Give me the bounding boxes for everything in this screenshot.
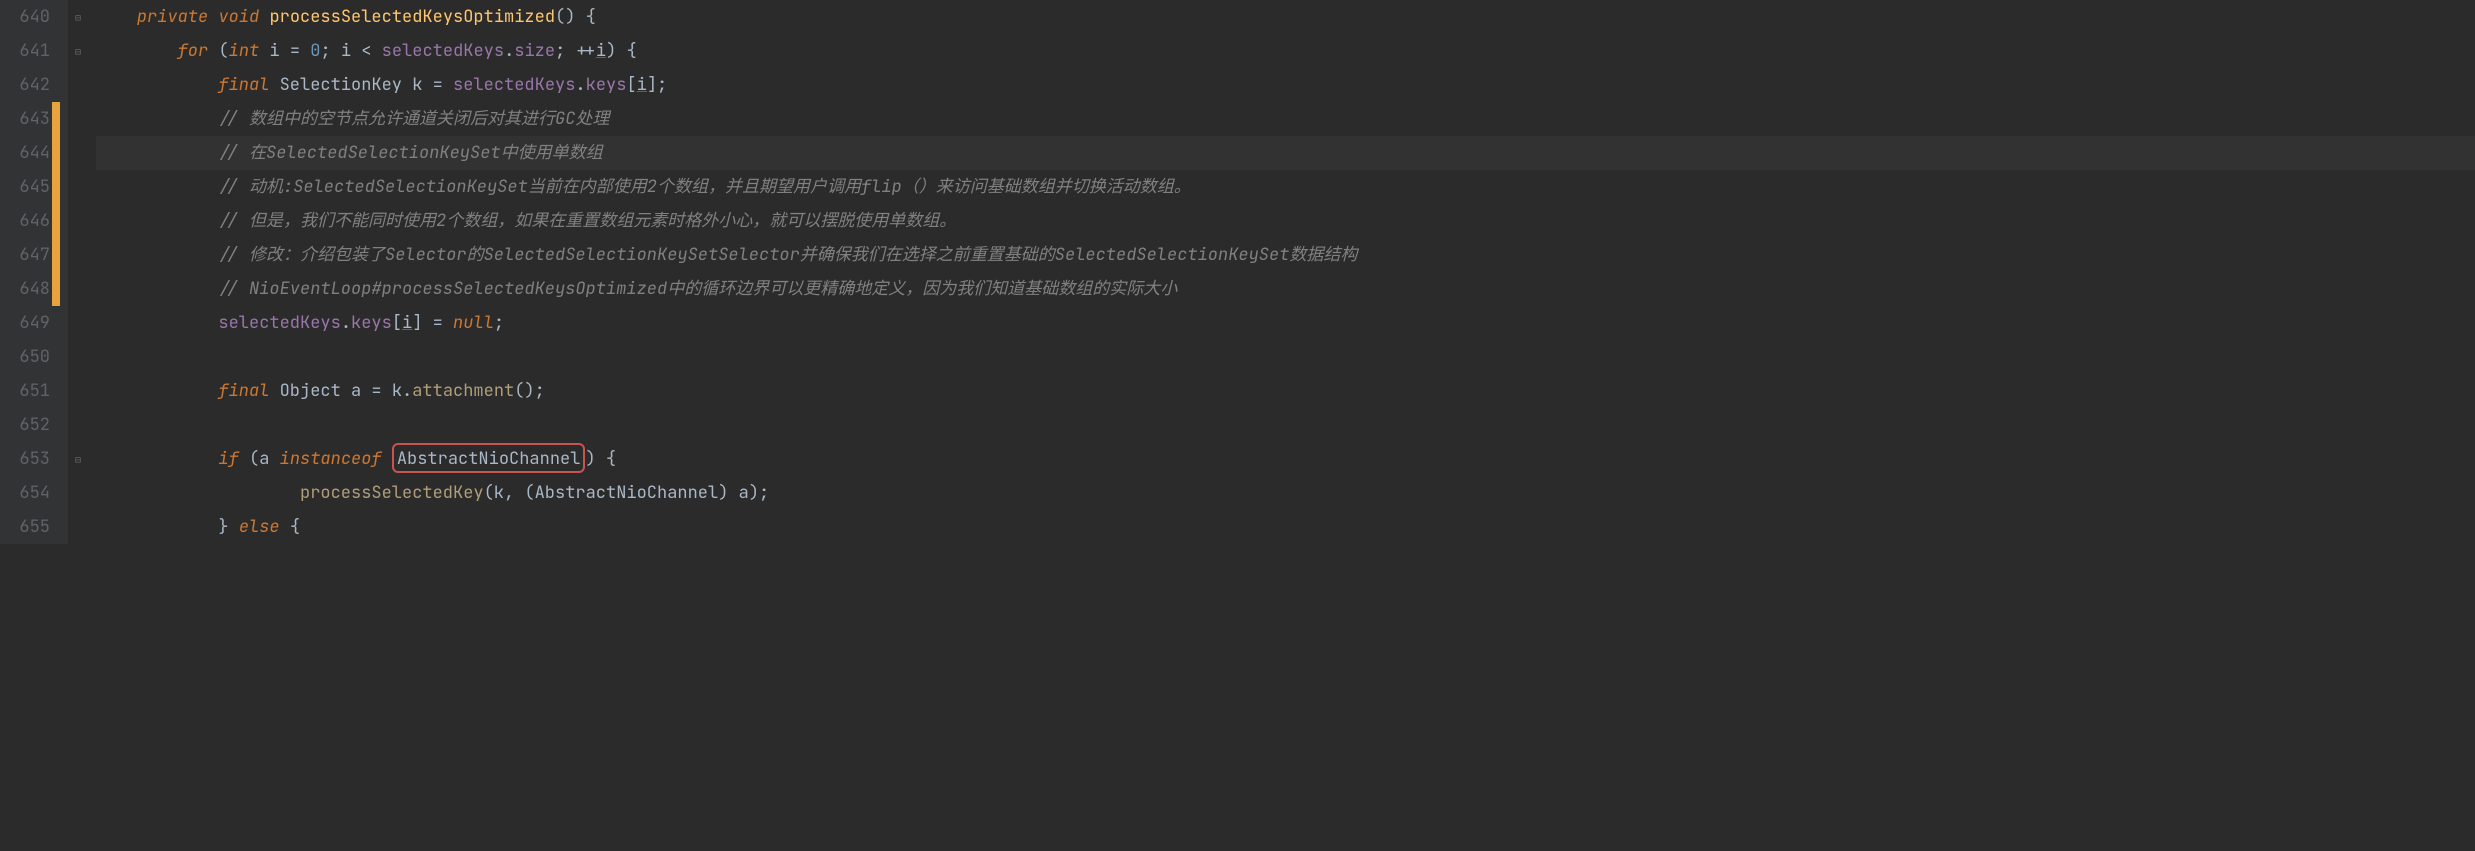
line-number: 655 [10,510,50,544]
code-line[interactable]: final SelectionKey k = selectedKeys.keys… [96,68,2475,102]
code-line[interactable] [96,408,2475,442]
line-number: 647 [10,238,50,272]
line-number: 641 [10,34,50,68]
code-line[interactable]: processSelectedKey(k, (AbstractNioChanne… [96,476,2475,510]
annotation-highlight: AbstractNioChannel [392,443,586,473]
code-line-current[interactable]: // 在SelectedSelectionKeySet中使用单数组 [96,136,2475,170]
line-number: 650 [10,340,50,374]
line-number-gutter: 640 641 642 643 644 645 646 647 648 649 … [0,0,68,544]
line-number: 642 [10,68,50,102]
code-line[interactable]: // 但是，我们不能同时使用2个数组，如果在重置数组元素时格外小心，就可以摆脱使… [96,204,2475,238]
line-number: 643 [10,102,50,136]
code-line[interactable]: selectedKeys.keys[i] = null; [96,306,2475,340]
line-number: 654 [10,476,50,510]
code-line[interactable]: // 数组中的空节点允许通道关闭后对其进行GC处理 [96,102,2475,136]
line-number: 644 [10,136,50,170]
code-line[interactable] [96,340,2475,374]
code-line[interactable]: for (int i = 0; i < selectedKeys.size; +… [96,34,2475,68]
line-number: 646 [10,204,50,238]
code-line[interactable]: // NioEventLoop#processSelectedKeysOptim… [96,272,2475,306]
line-number: 648 [10,272,50,306]
change-marker [52,136,60,170]
line-number: 645 [10,170,50,204]
change-marker [52,238,60,272]
line-number: 640 [10,0,50,34]
fold-gutter: ⊟ ⊟ ⊟ [68,0,88,544]
change-marker [52,204,60,238]
code-line[interactable]: private void processSelectedKeysOptimize… [96,0,2475,34]
code-area[interactable]: private void processSelectedKeysOptimize… [88,0,2475,544]
fold-toggle-icon[interactable]: ⊟ [72,0,84,34]
fold-toggle-icon[interactable]: ⊟ [72,34,84,68]
code-line[interactable]: final Object a = k.attachment(); [96,374,2475,408]
code-line[interactable]: // 修改：介绍包装了Selector的SelectedSelectionKey… [96,238,2475,272]
code-line[interactable]: // 动机:SelectedSelectionKeySet当前在内部使用2个数组… [96,170,2475,204]
line-number: 651 [10,374,50,408]
fold-toggle-icon[interactable]: ⊟ [72,442,84,476]
change-marker [52,272,60,306]
change-marker [52,102,60,136]
line-number: 653 [10,442,50,476]
change-marker [52,170,60,204]
code-line[interactable]: if (a instanceof AbstractNioChannel) { [96,442,2475,476]
code-line[interactable]: } else { [96,510,2475,544]
line-number: 649 [10,306,50,340]
code-editor[interactable]: 640 641 642 643 644 645 646 647 648 649 … [0,0,2475,544]
line-number: 652 [10,408,50,442]
